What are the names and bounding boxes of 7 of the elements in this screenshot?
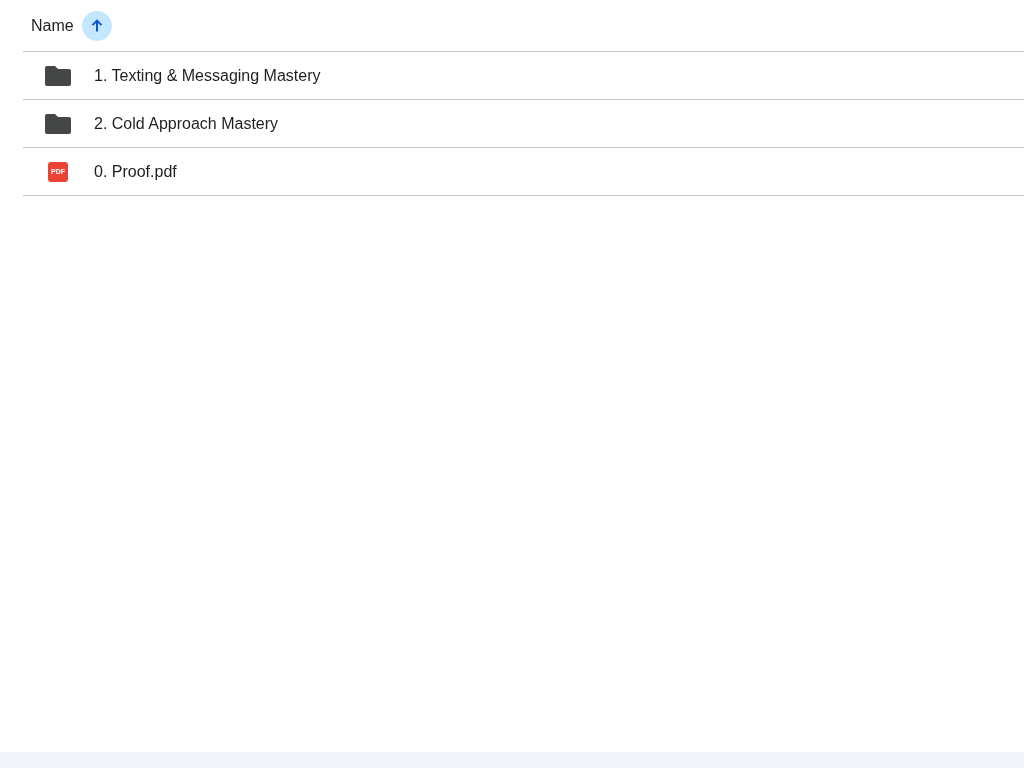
file-name[interactable]: 1. Texting & Messaging Mastery (94, 63, 321, 88)
folder-icon (45, 65, 71, 86)
sort-button[interactable] (81, 10, 112, 41)
folder-icon (45, 113, 71, 134)
file-name[interactable]: 0. Proof.pdf (94, 159, 177, 184)
name-column-header[interactable]: Name (31, 13, 74, 38)
file-name[interactable]: 2. Cold Approach Mastery (94, 111, 279, 136)
